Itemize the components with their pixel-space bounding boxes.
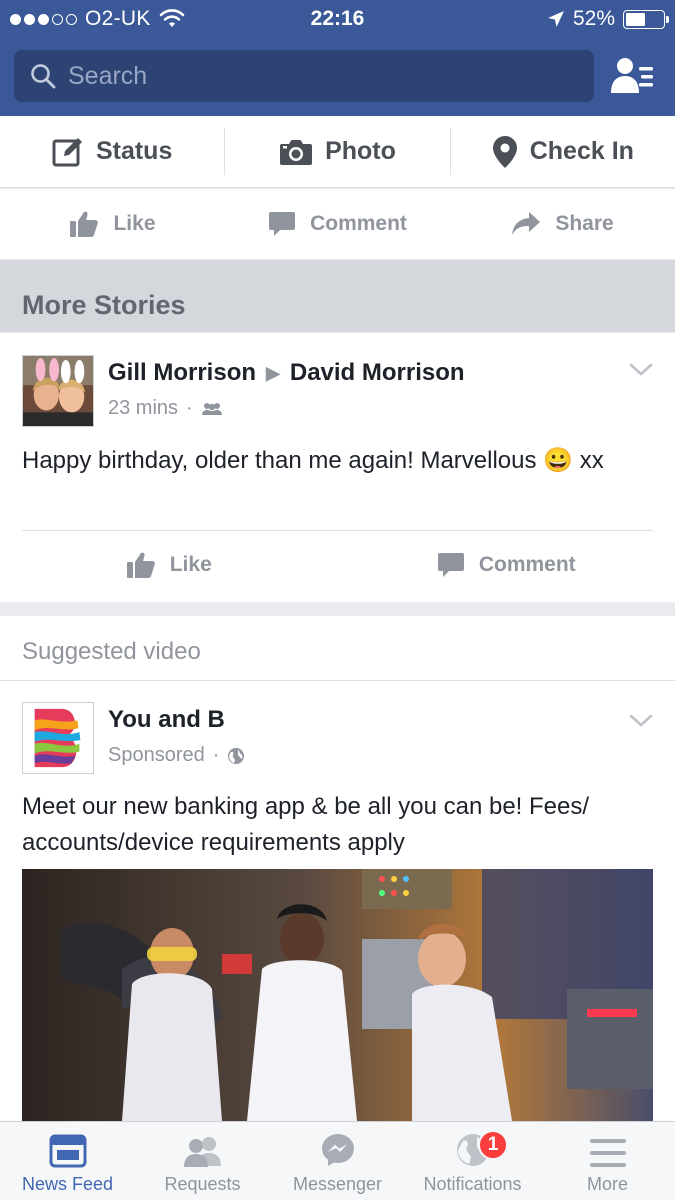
like-label: Like [169, 553, 212, 576]
suggested-video-label: Suggested video [22, 638, 201, 665]
tab-news-feed[interactable]: News Feed [0, 1122, 135, 1200]
camera-icon [280, 139, 313, 165]
comment-label: Comment [478, 553, 576, 576]
author-line: Gill Morrison ▶ David Morrison [108, 359, 465, 387]
share-label: Share [555, 212, 614, 235]
status-button[interactable]: Status [0, 116, 224, 187]
ad-text: Meet our new banking app & be all you ca… [22, 793, 590, 856]
comment-icon [269, 212, 296, 236]
like-button[interactable]: Like [0, 189, 225, 259]
page-name[interactable]: You and B [108, 706, 225, 734]
tab-label: More [586, 1174, 628, 1194]
you-and-b-logo[interactable] [22, 702, 94, 774]
globe-icon [228, 747, 245, 764]
post-time[interactable]: 23 mins [108, 397, 178, 420]
more-stories-header: More Stories [0, 260, 675, 332]
comment-button[interactable]: Comment [225, 189, 450, 259]
video-player[interactable] [22, 869, 653, 1121]
thumbs-up-icon [70, 211, 99, 237]
messenger-icon [321, 1134, 354, 1166]
share-arrow-icon [512, 212, 541, 235]
bottom-tab-bar: News Feed Requests Messenger Notificatio… [0, 1121, 675, 1200]
notifications-badge: 1 [478, 1130, 508, 1160]
meta-separator: · [186, 397, 193, 419]
posted-to-arrow-icon: ▶ [266, 362, 280, 383]
search-input[interactable] [68, 61, 568, 91]
status-label: Status [95, 137, 173, 165]
status-right: 52% [547, 7, 669, 31]
share-button[interactable]: Share [450, 189, 675, 259]
location-arrow-icon [547, 11, 564, 27]
suggested-video-card: Suggested video You and B Sponsored · Me… [0, 616, 675, 1121]
like-label: Like [113, 212, 156, 235]
story-post-card: Gill Morrison ▶ David Morrison 23 mins ·… [0, 333, 675, 602]
tab-messenger[interactable]: Messenger [270, 1122, 405, 1200]
tab-label: Requests [164, 1174, 241, 1194]
chevron-down-icon[interactable] [629, 363, 653, 377]
composer-bar: Status Photo Check In [0, 116, 675, 188]
top-navigation-bar: O2-UK 22:16 52% [0, 0, 675, 116]
tab-label: Notifications [423, 1174, 522, 1194]
chevron-down-icon[interactable] [629, 714, 653, 728]
meta-separator: · [212, 744, 220, 766]
tab-label: News Feed [21, 1174, 114, 1194]
news-feed-icon [49, 1134, 86, 1168]
photo-label: Photo [325, 137, 396, 165]
target-name[interactable]: David Morrison [290, 359, 465, 387]
ad-header: You and B Sponsored · [22, 702, 245, 774]
checkin-label: Check In [529, 137, 634, 165]
battery-level [626, 12, 645, 26]
ad-author-line: You and B [108, 706, 245, 734]
requests-icon [183, 1137, 221, 1167]
photo-button[interactable]: Photo [225, 116, 449, 187]
menu-icon [589, 1139, 626, 1167]
tab-requests[interactable]: Requests [135, 1122, 270, 1200]
tab-notifications[interactable]: Notifications 1 [405, 1122, 540, 1200]
thumbs-up-icon [126, 552, 155, 578]
comment-button[interactable]: Comment [338, 531, 675, 599]
tab-label: Messenger [292, 1174, 383, 1194]
like-button[interactable]: Like [0, 531, 338, 599]
friend-list-button[interactable] [606, 53, 660, 99]
search-bar[interactable] [14, 50, 594, 102]
location-pin-icon [492, 135, 517, 168]
author-name[interactable]: Gill Morrison [108, 359, 256, 387]
ad-meta: Sponsored · [108, 744, 245, 767]
edit-status-icon [52, 137, 82, 166]
ad-author-block: You and B Sponsored · [108, 706, 245, 774]
post-meta: 23 mins · [108, 397, 465, 420]
author-block: Gill Morrison ▶ David Morrison 23 mins · [108, 359, 465, 427]
friends-icon [201, 402, 222, 415]
friends-list-icon [611, 58, 653, 93]
video-thumbnail [22, 869, 653, 1121]
search-icon [31, 64, 56, 89]
status-bar: O2-UK 22:16 52% [0, 0, 675, 38]
battery-icon [623, 9, 669, 29]
comment-icon [437, 553, 464, 577]
checkin-button[interactable]: Check In [451, 116, 675, 187]
avatar[interactable] [22, 355, 94, 427]
tab-more[interactable]: More [540, 1122, 675, 1200]
battery-percent: 52% [572, 7, 615, 30]
post-header: Gill Morrison ▶ David Morrison 23 mins · [22, 355, 465, 427]
sponsored-label[interactable]: Sponsored [108, 744, 205, 767]
post-text: Happy birthday, older than me again! Mar… [22, 447, 604, 474]
comment-label: Comment [310, 212, 407, 235]
story-post-actions: Like Comment [0, 531, 675, 599]
divider [0, 680, 675, 681]
previous-post-actions: Like Comment Share [0, 189, 675, 259]
